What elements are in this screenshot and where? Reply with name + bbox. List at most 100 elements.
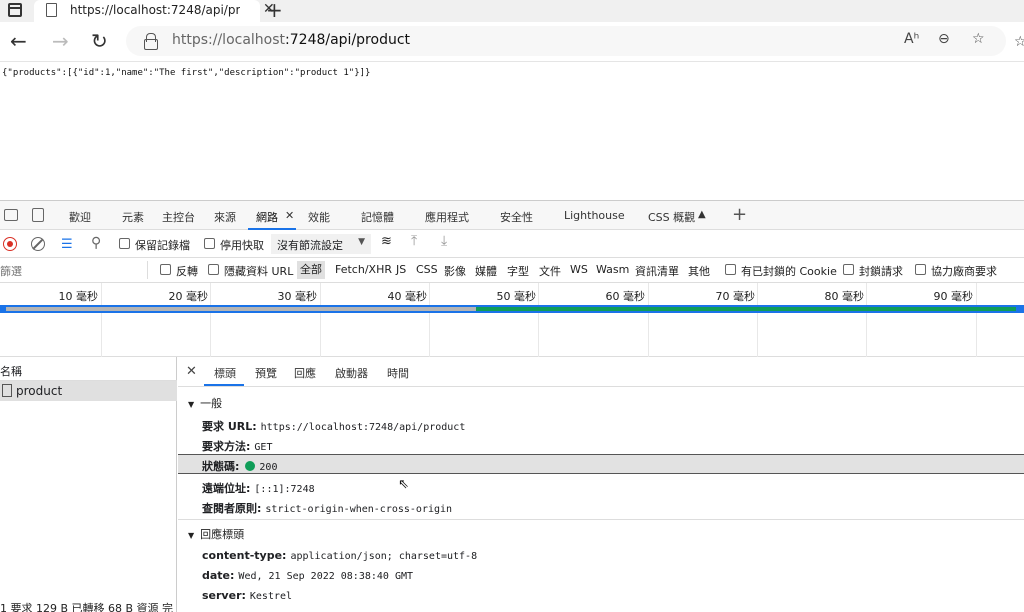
preserve-log-checkbox[interactable] [119,238,130,249]
filter-type-fetch-xhr[interactable]: Fetch/XHR [335,263,392,276]
timeline-tick: 30 毫秒 [277,290,318,303]
address-bar[interactable]: https://localhost:7248/api/product Aʰ ⊖ … [126,26,1006,56]
filter-type-doc[interactable]: 文件 [539,263,561,279]
tab-response[interactable]: 回應 [294,365,316,381]
filter-type-other[interactable]: 其他 [688,263,710,279]
request-url-label: 要求 URL: [202,420,257,433]
blocked-cookies-checkbox[interactable] [725,264,736,275]
request-row[interactable]: product [0,381,177,401]
tab-elements[interactable]: 元素 [122,209,144,225]
network-overview-timeline[interactable]: 10 毫秒 20 毫秒 30 毫秒 40 毫秒 50 毫秒 60 毫秒 70 毫… [0,283,1024,357]
filter-type-img[interactable]: 影像 [444,263,466,279]
forward-icon[interactable]: → [52,29,69,53]
invert-checkbox[interactable] [160,264,171,275]
status-row-highlight [178,454,1024,474]
devtools-tab-bar: 歡迎 元素 主控台 來源 網路 ✕ 效能 記憶體 應用程式 安全性 Lighth… [0,200,1024,230]
tab-css-overview[interactable]: CSS 概觀 [648,209,695,225]
filter-type-font[interactable]: 字型 [507,263,529,279]
filter-type-manifest[interactable]: 資訊清單 [635,263,679,279]
referrer-policy-value: strict-origin-when-cross-origin [265,504,453,515]
new-tab-icon[interactable]: + [266,0,283,22]
tab-performance[interactable]: 效能 [308,209,330,225]
timeline-tick: 70 毫秒 [715,290,756,303]
blocked-cookies-label: 有已封鎖的 Cookie [741,265,837,278]
tab-lighthouse[interactable]: Lighthouse [564,209,625,222]
active-detail-tab-indicator [204,384,244,386]
blocked-requests-label: 封鎖請求 [859,265,903,278]
tab-welcome[interactable]: 歡迎 [69,209,91,225]
server-row: server: Kestrel [202,589,292,602]
filter-type-all[interactable]: 全部 [297,261,325,279]
third-party-label: 協力廠商要求 [931,265,997,278]
response-headers-section-header[interactable]: 回應標頭 [188,526,244,542]
filter-type-ws[interactable]: WS [570,263,588,276]
hide-data-url-checkbox[interactable] [208,264,219,275]
remote-address-value: [::1]:7248 [254,484,315,495]
timeline-tick: 80 毫秒 [824,290,865,303]
third-party-checkbox[interactable] [915,264,926,275]
device-emulation-icon[interactable] [32,208,44,222]
request-name: product [16,384,63,398]
general-section-header[interactable]: 一般 [188,395,222,411]
tab-network[interactable]: 網路 [256,209,278,225]
detail-tab-bar: ✕ 標頭 預覽 回應 啟動器 時間 [178,357,1024,387]
timeline-tick: 50 毫秒 [496,290,537,303]
tab-memory[interactable]: 記憶體 [361,209,394,225]
download-icon[interactable]: ⤓ [441,233,447,249]
tab-title: https://localhost:7248/api/product [70,3,240,17]
upload-icon[interactable]: ⤒ [411,233,417,249]
clear-icon[interactable] [31,237,45,251]
filter-input[interactable]: 篩選 [0,261,148,279]
tab-timing[interactable]: 時間 [387,365,409,381]
tab-application[interactable]: 應用程式 [425,209,469,225]
throttling-select[interactable]: 沒有節流設定 ▼ [271,234,371,254]
tab-preview[interactable]: 預覽 [255,365,277,381]
favorites-bar-icon[interactable]: ☆ [1014,34,1024,50]
tab-security[interactable]: 安全性 [500,209,533,225]
throttling-value: 沒有節流設定 [277,239,343,252]
json-response-body: {"products":[{"id":1,"name":"The first",… [2,68,371,78]
record-icon[interactable] [3,237,17,251]
tab-headers[interactable]: 標頭 [214,365,236,381]
browser-tab[interactable]: https://localhost:7248/api/product ✕ [34,0,275,22]
back-icon[interactable]: ← [10,29,27,53]
request-waiting-bar [6,307,476,311]
tab-actions-icon[interactable] [8,3,22,17]
tab-initiator[interactable]: 啟動器 [335,365,368,381]
grid-line [648,283,649,357]
request-details: ✕ 標頭 預覽 回應 啟動器 時間 一般 要求 URL:https://loca… [178,357,1024,612]
timeline-tick: 40 毫秒 [387,290,428,303]
favorite-icon[interactable]: ☆ [972,31,985,47]
remote-address-label: 遠端位址: [202,482,251,495]
server-label: server: [202,589,246,602]
document-icon [2,384,12,397]
zoom-icon[interactable]: ⊖ [938,31,950,47]
network-conditions-icon[interactable]: ≋ [381,234,392,249]
lock-icon[interactable] [144,33,158,50]
search-icon[interactable]: ⚲ [91,235,101,251]
content-type-value: application/json; charset=utf-8 [290,551,478,562]
url-text[interactable]: https://localhost:7248/api/product [172,32,410,48]
request-list-header[interactable]: 名稱 [0,357,177,381]
blocked-requests-checkbox[interactable] [843,264,854,275]
tab-console[interactable]: 主控台 [162,209,195,225]
filter-type-js[interactable]: JS [396,263,406,276]
filter-type-css[interactable]: CSS [416,263,438,276]
close-details-icon[interactable]: ✕ [186,364,197,379]
filter-icon[interactable]: ☰ [61,237,73,252]
filter-type-wasm[interactable]: Wasm [596,263,629,276]
reload-icon[interactable]: ↻ [91,29,108,53]
disable-cache-checkbox[interactable] [204,238,215,249]
read-aloud-icon[interactable]: Aʰ [904,31,919,47]
status-code-row: 狀態碼: 200 [202,458,277,474]
referrer-policy-label: 查閱者原則: [202,502,262,515]
request-download-bar [476,307,1016,311]
close-network-tab-icon[interactable]: ✕ [285,209,294,222]
name-column-header: 名稱 [0,365,22,378]
filter-type-media[interactable]: 媒體 [475,263,497,279]
status-code-label: 狀態碼: [202,460,240,473]
tab-sources[interactable]: 來源 [214,209,236,225]
inspect-element-icon[interactable] [4,209,18,221]
more-tabs-icon[interactable]: + [732,204,747,225]
grid-line [757,283,758,357]
